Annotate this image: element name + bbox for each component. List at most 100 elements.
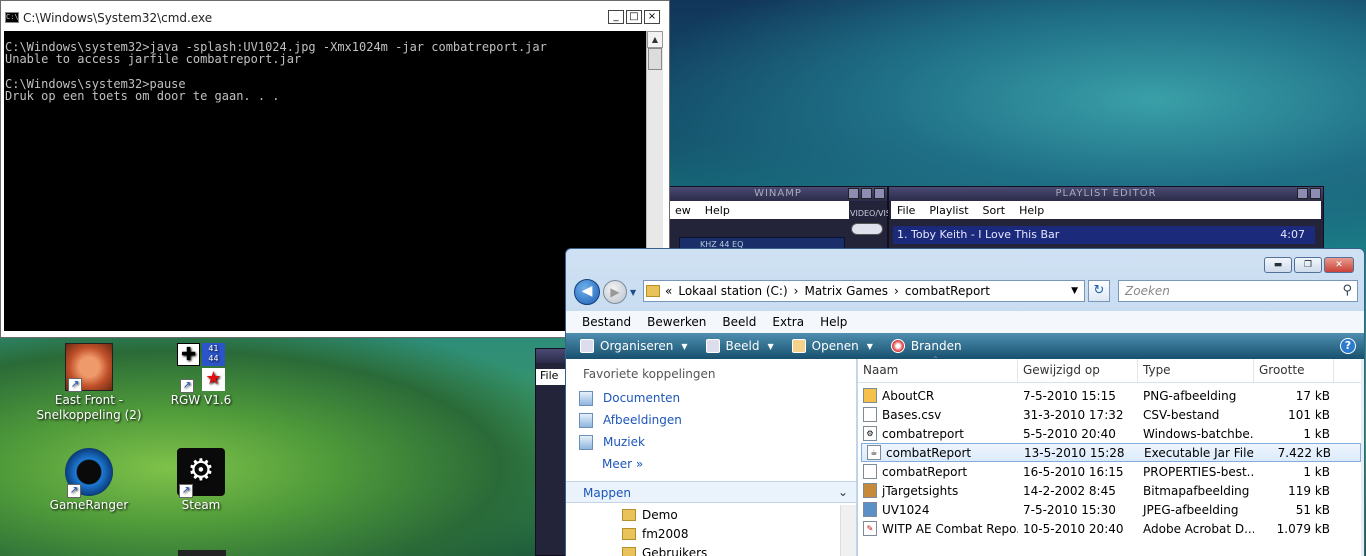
music-icon: [579, 434, 593, 450]
scroll-up-arrow[interactable]: ▲: [647, 31, 663, 48]
winamp-second-window[interactable]: File: [535, 348, 568, 556]
search-icon[interactable]: ⚲: [1342, 283, 1352, 298]
desktop-icon-steam[interactable]: ⚙ ↗ Steam: [146, 448, 256, 512]
breadcrumb-combatreport[interactable]: combatReport: [905, 284, 990, 298]
file-row[interactable]: UV1024 7-5-2010 15:30 JPEG-afbeelding 51 kB: [858, 500, 1364, 519]
file-row[interactable]: Bases.csv 31-3-2010 17:32 CSV-bestand 101 k…: [858, 405, 1364, 424]
cmd-titlebar[interactable]: C:\ C:\Windows\System32\cmd.exe: [1, 1, 669, 34]
more-link[interactable]: Meer »: [566, 453, 856, 475]
col-naam[interactable]: ⌃ Naam: [858, 355, 1018, 382]
menu-help[interactable]: Help: [820, 315, 847, 329]
fav-afbeeldingen[interactable]: Afbeeldingen: [566, 409, 856, 431]
winamp-menu-view[interactable]: ew: [675, 204, 691, 217]
close-button[interactable]: ✕: [1324, 257, 1354, 273]
menu-extra[interactable]: Extra: [772, 315, 804, 329]
second-winamp-titlebar[interactable]: [536, 349, 566, 363]
breadcrumb-drive[interactable]: Lokaal station (C:): [678, 284, 787, 298]
playlist-menu-playlist[interactable]: Playlist: [929, 204, 968, 217]
playlist-menu-sort[interactable]: Sort: [983, 204, 1006, 217]
forward-button[interactable]: ▶: [603, 280, 627, 304]
desktop-icon-east-front[interactable]: ↗ East Front - Snelkoppeling (2): [34, 343, 144, 423]
maximize-button[interactable]: ❐: [1294, 257, 1322, 273]
breadcrumb-separator[interactable]: ›: [894, 284, 899, 298]
desktop-icon-rgw[interactable]: ✚ 41 44 ★ ↗ RGW V1.6: [146, 343, 256, 407]
history-dropdown[interactable]: ▼: [630, 288, 636, 297]
winamp-shade-button[interactable]: [861, 188, 872, 199]
explorer-window[interactable]: ▬ ❐ ✕ ◀ ▶ ▼ « Lokaal station (C:) › Matr…: [565, 248, 1365, 556]
tree-scrollbar[interactable]: [840, 505, 856, 556]
minimize-button[interactable]: ▬: [1264, 257, 1292, 273]
second-winamp-menu-file[interactable]: File: [536, 369, 568, 385]
playlist-menu-help[interactable]: Help: [1019, 204, 1044, 217]
menu-bestand[interactable]: Bestand: [582, 315, 631, 329]
file-row[interactable]: AboutCR 7-5-2010 15:15 PNG-afbeelding 17 kB: [858, 386, 1364, 405]
desktop-icon-gameranger[interactable]: ↗ GameRanger: [34, 448, 144, 512]
file-row[interactable]: ✎ WITP AE Combat Repo... 10-5-2010 20:40 Ad…: [858, 519, 1364, 538]
playlist-close-button[interactable]: [1310, 188, 1321, 199]
winamp-playlist-window[interactable]: PLAYLIST EDITOR File Playlist Sort Help …: [888, 186, 1324, 256]
organize-button[interactable]: Organiseren ▼: [580, 339, 688, 353]
maximize-button[interactable]: □: [626, 10, 642, 24]
minimize-button[interactable]: _: [608, 10, 624, 24]
file-list-scrollbar[interactable]: [1361, 359, 1364, 556]
pdf-icon: ✎: [863, 521, 877, 536]
winamp-menu-help[interactable]: Help: [705, 204, 730, 217]
png-icon: [863, 388, 877, 403]
fav-documenten[interactable]: Documenten: [566, 387, 856, 409]
console-output[interactable]: C:\Windows\system32>java -splash:UV1024.…: [4, 31, 646, 331]
bitmap-icon: [863, 483, 877, 498]
winamp-main-window[interactable]: WINAMP ew Help VIDEO/VIS KHZ 44 EQ: [668, 186, 891, 256]
playlist-menu: File Playlist Sort Help: [891, 201, 1321, 219]
file-type: CSV-bestand: [1143, 407, 1220, 422]
address-bar[interactable]: « Lokaal station (C:) › Matrix Games › c…: [643, 280, 1085, 302]
burn-button[interactable]: Branden: [890, 339, 962, 353]
search-input[interactable]: Zoeken ⚲: [1118, 280, 1358, 302]
tree-item-fm2008[interactable]: fm2008: [566, 524, 841, 543]
tree-item-gebruikers[interactable]: Gebruikers: [566, 543, 841, 556]
playlist-menu-file[interactable]: File: [897, 204, 915, 217]
file-type: PROPERTIES-best...: [1143, 464, 1254, 479]
refresh-button[interactable]: ↻: [1088, 280, 1110, 302]
help-icon[interactable]: ?: [1340, 338, 1356, 354]
tree-label: fm2008: [642, 526, 689, 541]
file-name: combatReport: [886, 445, 972, 460]
back-button[interactable]: ◀: [574, 279, 600, 305]
video-vis-button[interactable]: VIDEO/VIS: [850, 209, 891, 218]
desktop-icon-label: East Front - Snelkoppeling (2): [36, 393, 142, 422]
column-headers: ⌃ Naam Gewijzigd op Type Grootte: [858, 355, 1364, 383]
winamp-close-button[interactable]: [874, 188, 885, 199]
col-gewijzigd[interactable]: Gewijzigd op: [1018, 359, 1138, 382]
tree-item-demo[interactable]: Demo: [566, 505, 841, 524]
breadcrumb-matrix-games[interactable]: Matrix Games: [804, 284, 888, 298]
playlist-shade-button[interactable]: [1297, 188, 1308, 199]
menu-bewerken[interactable]: Bewerken: [647, 315, 706, 329]
view-button[interactable]: Beeld ▼: [705, 339, 774, 353]
desktop-icon-partial[interactable]: [178, 550, 226, 556]
folders-header[interactable]: Mappen ⌄: [566, 481, 856, 503]
folder-icon: [622, 508, 636, 521]
scroll-thumb[interactable]: [648, 48, 662, 70]
fav-muziek[interactable]: Muziek: [566, 431, 856, 453]
breadcrumb-overflow[interactable]: «: [665, 284, 672, 298]
menu-beeld[interactable]: Beeld: [722, 315, 756, 329]
playlist-track-row[interactable]: 1. Toby Keith - I Love This Bar 4:07: [893, 226, 1315, 244]
folder-icon: [646, 285, 660, 297]
close-button[interactable]: ×: [644, 10, 660, 24]
col-grootte[interactable]: Grootte: [1254, 359, 1334, 382]
address-dropdown-icon[interactable]: ▼: [1071, 286, 1078, 296]
file-row[interactable]: combatReport 16-5-2010 16:15 PROPERTIES-be…: [858, 462, 1364, 481]
open-button[interactable]: Openen ▼: [791, 339, 873, 353]
file-row-selected[interactable]: ☕ combatReport 13-5-2010 15:28 Executable J…: [861, 443, 1361, 462]
breadcrumb-separator[interactable]: ›: [794, 284, 799, 298]
chevron-down-icon: ⌄: [837, 485, 848, 499]
file-size: 1.079 kB: [1276, 521, 1330, 536]
file-row[interactable]: ⚙ combatreport 5-5-2010 20:40 Windows-batch…: [858, 424, 1364, 443]
shortcut-arrow-icon: ↗: [179, 484, 193, 498]
winamp-minimize-button[interactable]: [848, 188, 859, 199]
shortcut-arrow-icon: ↗: [68, 378, 82, 392]
playlist-titlebar[interactable]: PLAYLIST EDITOR: [889, 187, 1323, 201]
col-type[interactable]: Type: [1138, 359, 1254, 382]
file-row[interactable]: jTargetsights 14-2-2002 8:45 Bitmapafbeeld…: [858, 481, 1364, 500]
more-label: Meer: [602, 457, 633, 471]
video-vis-toggle[interactable]: [851, 223, 883, 235]
